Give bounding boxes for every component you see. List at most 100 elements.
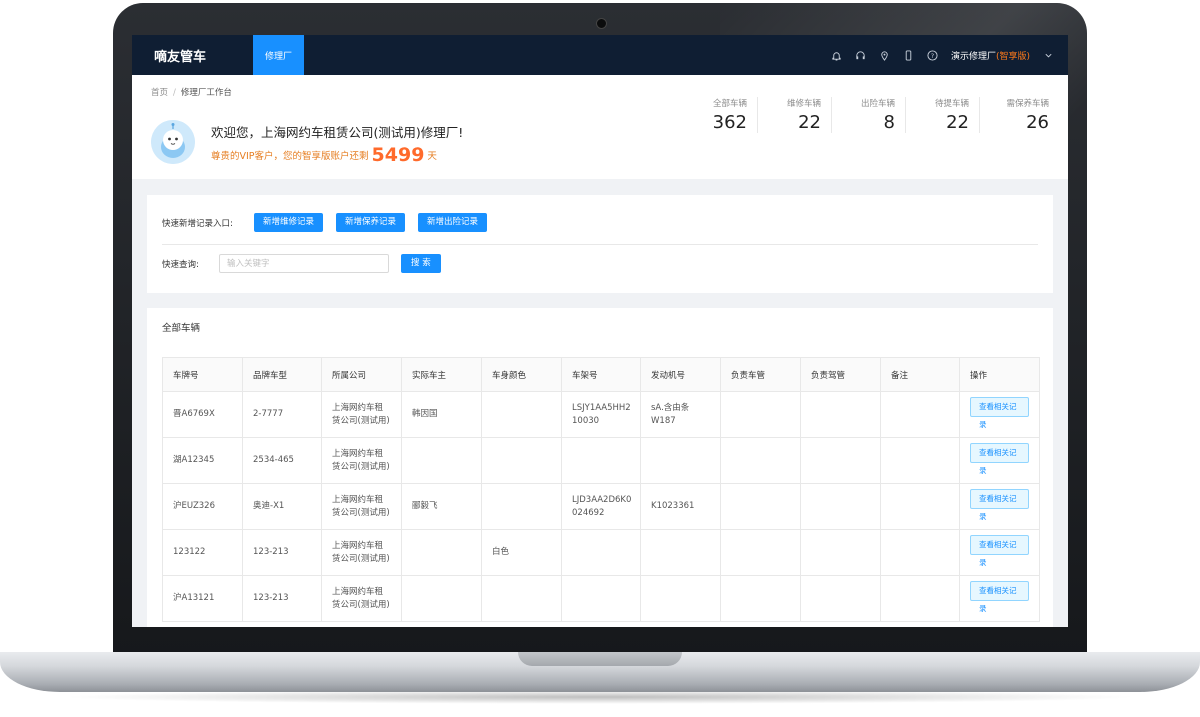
help-icon[interactable]: ? bbox=[927, 49, 938, 61]
column-header: 备注 bbox=[880, 357, 960, 392]
cell-driver-manager bbox=[800, 437, 881, 484]
cell-manager bbox=[720, 483, 801, 530]
cell-driver-manager bbox=[800, 529, 881, 576]
cell-company: 上海网约车租 赁公司(测试用) bbox=[321, 529, 402, 576]
stat-value: 22 bbox=[798, 112, 821, 133]
add-repair-record-button[interactable]: 新增维修记录 bbox=[254, 213, 324, 232]
company-line: 赁公司(测试用) bbox=[332, 553, 390, 564]
avatar bbox=[151, 120, 195, 164]
stat-repair-vehicles[interactable]: 维修车辆 22 bbox=[758, 97, 832, 133]
column-header: 所属公司 bbox=[321, 357, 402, 392]
cell-manager bbox=[720, 529, 801, 576]
quick-add-label: 快速新增记录入口: bbox=[162, 218, 233, 229]
cell-model: 123-213 bbox=[242, 575, 322, 622]
add-accident-record-button[interactable]: 新增出险记录 bbox=[418, 213, 488, 232]
view-records-button[interactable]: 查看相关记录 bbox=[970, 443, 1029, 475]
company-line: 赁公司(测试用) bbox=[332, 415, 390, 426]
cell-action: 查看相关记录 bbox=[959, 483, 1040, 530]
view-records-button[interactable]: 查看相关记录 bbox=[970, 535, 1029, 567]
cell-driver-manager bbox=[800, 391, 881, 438]
cell-note bbox=[880, 529, 960, 576]
stat-maintenance-vehicles[interactable]: 需保养车辆 26 bbox=[980, 97, 1054, 133]
cell-vin: LSJY1AA5HH2 10030 bbox=[561, 391, 641, 438]
headset-icon[interactable] bbox=[855, 50, 866, 61]
nav-tab-repair-shop[interactable]: 修理厂 bbox=[253, 35, 305, 75]
stat-label: 全部车辆 bbox=[712, 99, 747, 109]
column-header: 车身颜色 bbox=[481, 357, 562, 392]
days-unit: 天 bbox=[427, 151, 437, 162]
edition-badge: (智享版) bbox=[995, 51, 1030, 62]
bell-icon[interactable] bbox=[831, 50, 842, 61]
vip-prefix: 尊贵的VIP客户，您的智享版账户还剩 bbox=[211, 151, 369, 162]
cell-color bbox=[481, 391, 562, 438]
welcome-card: 首页 / 修理厂工作台 欢迎您，上海网约车租赁公司(测试用)修理厂! 尊贵的VIP客… bbox=[132, 75, 1068, 179]
company-line: 上海网约车租 bbox=[332, 402, 384, 413]
stat-label: 待提车辆 bbox=[934, 99, 969, 109]
phone-icon[interactable] bbox=[903, 49, 914, 61]
cell-model: 奥迪-X1 bbox=[242, 483, 322, 530]
add-maintenance-record-button[interactable]: 新增保养记录 bbox=[336, 213, 406, 232]
stat-pickup-vehicles[interactable]: 待提车辆 22 bbox=[906, 97, 980, 133]
cell-vin: LJD3AA2D6K0 024692 bbox=[561, 483, 641, 530]
view-records-button[interactable]: 查看相关记录 bbox=[970, 581, 1029, 613]
column-header: 车架号 bbox=[561, 357, 641, 392]
app-logo[interactable]: 嘀友管车 bbox=[132, 46, 253, 65]
cell-color bbox=[481, 483, 562, 530]
cell-note bbox=[880, 483, 960, 530]
company-line: 上海网约车租 bbox=[332, 494, 384, 505]
quick-search-row: 快速查询: 搜 索 bbox=[162, 254, 441, 273]
laptop-notch bbox=[518, 652, 682, 666]
stat-value: 362 bbox=[712, 112, 747, 133]
company-line: 上海网约车租 bbox=[332, 540, 384, 551]
cell-vin bbox=[561, 529, 641, 576]
cell-driver-manager bbox=[800, 575, 881, 622]
vin-line: LJD3AA2D6K0 bbox=[572, 494, 632, 505]
column-header: 负责驾管 bbox=[800, 357, 881, 392]
search-button[interactable]: 搜 索 bbox=[401, 254, 441, 273]
vehicle-table: 车牌号 品牌车型 所属公司 实际车主 车身颜色 车架号 发动机号 负责车管 负责… bbox=[162, 357, 1040, 622]
breadcrumb: 首页 / 修理厂工作台 bbox=[151, 86, 232, 98]
quick-search-label: 快速查询: bbox=[162, 259, 199, 270]
cell-driver-manager bbox=[800, 483, 881, 530]
column-header: 负责车管 bbox=[720, 357, 801, 392]
engine-line: sA.含由条 bbox=[651, 402, 690, 413]
stat-value: 22 bbox=[946, 112, 969, 133]
cell-action: 查看相关记录 bbox=[959, 391, 1040, 438]
table-header-row: 车牌号 品牌车型 所属公司 实际车主 车身颜色 车架号 发动机号 负责车管 负责… bbox=[162, 357, 1040, 392]
search-input[interactable] bbox=[219, 254, 389, 273]
column-header: 品牌车型 bbox=[242, 357, 322, 392]
breadcrumb-home[interactable]: 首页 bbox=[151, 88, 168, 98]
cell-color bbox=[481, 437, 562, 484]
breadcrumb-separator: / bbox=[173, 88, 176, 98]
cell-owner: 韩因国 bbox=[401, 391, 482, 438]
stat-all-vehicles[interactable]: 全部车辆 362 bbox=[684, 97, 758, 133]
quick-entry-panel: 快速新增记录入口: 新增维修记录 新增保养记录 新增出险记录 快速查询: 搜 索 bbox=[147, 195, 1053, 293]
view-records-button[interactable]: 查看相关记录 bbox=[970, 397, 1029, 429]
all-vehicles-panel: 全部车辆 车牌号 品牌车型 所属公司 实际车主 车身颜色 车架号 发动机号 负责… bbox=[147, 308, 1053, 627]
cell-note bbox=[880, 575, 960, 622]
cell-color: 白色 bbox=[481, 529, 562, 576]
location-icon[interactable] bbox=[879, 50, 890, 61]
remaining-days: 5499 bbox=[371, 144, 425, 166]
cell-model: 2534-465 bbox=[242, 437, 322, 484]
vin-line: 024692 bbox=[572, 507, 605, 518]
cell-owner: 郦毅飞 bbox=[401, 483, 482, 530]
camera-icon bbox=[596, 18, 607, 29]
breadcrumb-current: 修理厂工作台 bbox=[180, 88, 232, 98]
view-records-button[interactable]: 查看相关记录 bbox=[970, 489, 1029, 521]
company-line: 赁公司(测试用) bbox=[332, 599, 390, 610]
laptop-shadow bbox=[60, 690, 1140, 704]
vip-notice: 尊贵的VIP客户，您的智享版账户还剩 5499 天 bbox=[211, 144, 437, 166]
table-row: 湖A12345 2534-465 上海网约车租 赁公司(测试用) 查看相关记录 bbox=[162, 437, 1040, 484]
user-menu[interactable]: 演示修理厂(智享版) bbox=[951, 49, 1030, 62]
column-header: 发动机号 bbox=[640, 357, 721, 392]
stat-accident-vehicles[interactable]: 出险车辆 8 bbox=[832, 97, 906, 133]
company-line: 赁公司(测试用) bbox=[332, 461, 390, 472]
cell-company: 上海网约车租 赁公司(测试用) bbox=[321, 483, 402, 530]
cell-engine: sA.含由条 W187 bbox=[640, 391, 721, 438]
table-row: 晋A6769X 2-7777 上海网约车租 赁公司(测试用) 韩因国 LSJY1A… bbox=[162, 391, 1040, 438]
chevron-down-icon[interactable] bbox=[1043, 50, 1054, 61]
cell-plate: 湖A12345 bbox=[162, 437, 243, 484]
cell-color bbox=[481, 575, 562, 622]
quick-add-row: 快速新增记录入口: 新增维修记录 新增保养记录 新增出险记录 bbox=[162, 213, 500, 232]
